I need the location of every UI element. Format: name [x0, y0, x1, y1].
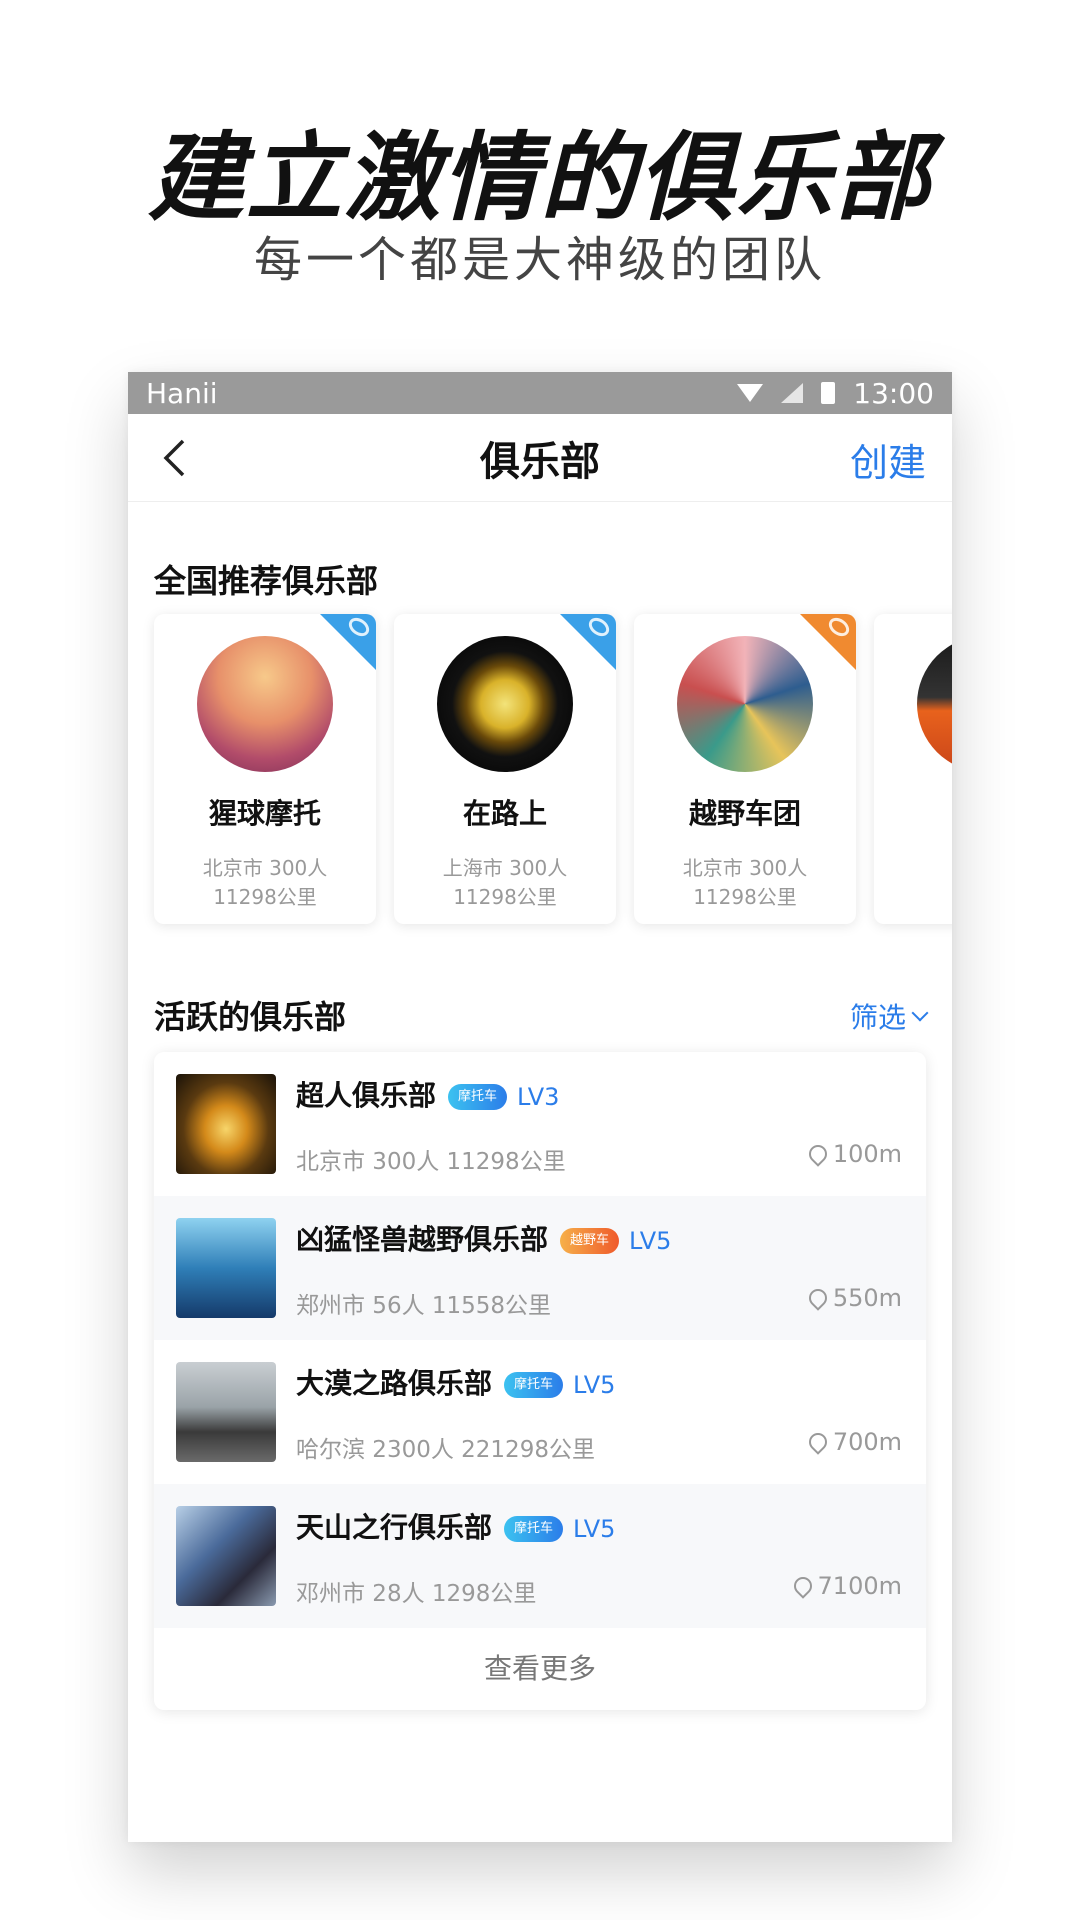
club-title: 超人俱乐部 摩托车 LV3	[296, 1074, 559, 1114]
club-name: 在路上	[462, 797, 547, 830]
phone-screen: Hanii 13:00 俱乐部 创建 全国推荐俱乐部 猩球摩托 北京市 300人…	[128, 372, 952, 1842]
hero-title: 建立激情的俱乐部	[148, 122, 932, 234]
club-distance: 11	[874, 883, 952, 912]
club-title: 天山之行俱乐部 摩托车 LV5	[296, 1506, 615, 1546]
list-item[interactable]: 大漠之路俱乐部 摩托车 LV5 哈尔滨 2300人 221298公里 700m	[154, 1340, 926, 1484]
recommended-carousel[interactable]: 猩球摩托 北京市 300人 11298公里 在路上 上海市 300人 11298…	[154, 614, 952, 924]
club-distance: 550m	[805, 1284, 902, 1312]
status-bar: Hanii 13:00	[128, 372, 952, 414]
page-title: 俱乐部	[480, 438, 600, 485]
club-thumbnail	[176, 1362, 276, 1462]
club-meta: 北京市 300人 11298公里	[634, 854, 856, 912]
distance-value: 7100m	[817, 1572, 902, 1600]
club-meta: 北京市 300人 11298公里	[296, 1149, 566, 1175]
club-thumbnail	[176, 1218, 276, 1318]
category-tag: 摩托车	[504, 1372, 564, 1398]
club-distance: 700m	[805, 1428, 902, 1456]
location-pin-icon	[805, 1141, 831, 1167]
filter-label: 筛选	[849, 1001, 906, 1034]
chevron-down-icon	[911, 1004, 929, 1022]
club-name: 超人俱乐部	[296, 1079, 437, 1112]
club-thumbnail	[176, 1506, 276, 1606]
motorcycle-badge-icon	[556, 614, 616, 674]
club-name: 猩	[874, 792, 952, 832]
club-meta: 北京市 300人 11298公里	[154, 854, 376, 912]
wifi-icon	[737, 384, 764, 402]
signal-icon	[781, 383, 804, 403]
club-distance: 11298公里	[213, 885, 317, 909]
category-tag: 越野车	[560, 1228, 620, 1254]
active-club-list: 超人俱乐部 摩托车 LV3 北京市 300人 11298公里 100m 凶猛怪兽越野…	[154, 1052, 926, 1710]
club-distance: 100m	[805, 1140, 902, 1168]
club-distance: 11298公里	[453, 885, 557, 909]
recommended-section-title: 全国推荐俱乐部	[154, 562, 379, 600]
distance-value: 550m	[832, 1284, 902, 1312]
category-tag: 摩托车	[448, 1084, 508, 1110]
club-avatar	[437, 636, 573, 772]
recommended-card[interactable]: 猩球摩托 北京市 300人 11298公里	[154, 614, 376, 924]
view-more-button[interactable]: 查看更多	[154, 1628, 926, 1710]
list-item[interactable]: 天山之行俱乐部 摩托车 LV5 邓州市 28人 1298公里 7100m	[154, 1484, 926, 1628]
club-meta: 哈尔滨 2300人 221298公里	[296, 1437, 595, 1463]
level-label: LV5	[629, 1227, 672, 1255]
location-pin-icon	[805, 1285, 831, 1311]
club-location: 北京	[874, 854, 952, 883]
active-section-header: 活跃的俱乐部 筛选	[154, 992, 929, 1042]
level-label: LV3	[517, 1083, 560, 1111]
car-badge-icon	[796, 614, 856, 674]
distance-value: 700m	[832, 1428, 902, 1456]
hero-subtitle: 每一个都是大神级的团队	[253, 232, 826, 288]
level-label: LV5	[573, 1371, 616, 1399]
motorcycle-badge-icon	[316, 614, 376, 674]
list-item[interactable]: 凶猛怪兽越野俱乐部 越野车 LV5 郑州市 56人 11558公里 550m	[154, 1196, 926, 1340]
club-avatar	[197, 636, 333, 772]
club-location: 北京市 300人	[682, 856, 808, 880]
club-avatar	[917, 636, 952, 772]
category-tag: 摩托车	[504, 1516, 564, 1542]
club-avatar	[677, 636, 813, 772]
club-meta: 上海市 300人 11298公里	[394, 854, 616, 912]
club-distance: 7100m	[789, 1572, 902, 1600]
location-pin-icon	[789, 1573, 816, 1599]
club-name: 猩球摩托	[208, 797, 321, 830]
club-thumbnail	[176, 1074, 276, 1174]
filter-button[interactable]: 筛选	[849, 996, 929, 1036]
location-pin-icon	[805, 1429, 831, 1455]
club-name: 凶猛怪兽越野俱乐部	[296, 1223, 549, 1256]
club-meta: 邓州市 28人 1298公里	[296, 1581, 537, 1607]
club-meta: 郑州市 56人 11558公里	[296, 1293, 552, 1319]
create-button[interactable]: 创建	[850, 432, 926, 487]
battery-icon	[821, 382, 836, 404]
recommended-card[interactable]: 越野车团 北京市 300人 11298公里	[634, 614, 856, 924]
status-icons: 13:00	[737, 377, 934, 410]
list-item[interactable]: 超人俱乐部 摩托车 LV3 北京市 300人 11298公里 100m	[154, 1052, 926, 1196]
club-name: 大漠之路俱乐部	[296, 1367, 493, 1400]
level-label: LV5	[573, 1515, 616, 1543]
carrier-label: Hanii	[146, 376, 218, 410]
club-location: 北京市 300人	[202, 856, 328, 880]
club-location: 上海市 300人	[442, 856, 568, 880]
club-meta: 北京 11	[874, 854, 952, 912]
active-section-title: 活跃的俱乐部	[154, 998, 347, 1036]
recommended-card[interactable]: 猩 北京 11	[874, 614, 952, 924]
nav-bar: 俱乐部 创建	[128, 414, 952, 502]
club-name: 越野车团	[688, 797, 801, 830]
distance-value: 100m	[832, 1140, 902, 1168]
club-distance: 11298公里	[693, 885, 797, 909]
status-time: 13:00	[853, 376, 934, 410]
back-icon[interactable]	[154, 436, 194, 480]
club-name: 天山之行俱乐部	[296, 1511, 493, 1544]
recommended-card[interactable]: 在路上 上海市 300人 11298公里	[394, 614, 616, 924]
club-title: 凶猛怪兽越野俱乐部 越野车 LV5	[296, 1218, 671, 1258]
club-title: 大漠之路俱乐部 摩托车 LV5	[296, 1362, 615, 1402]
